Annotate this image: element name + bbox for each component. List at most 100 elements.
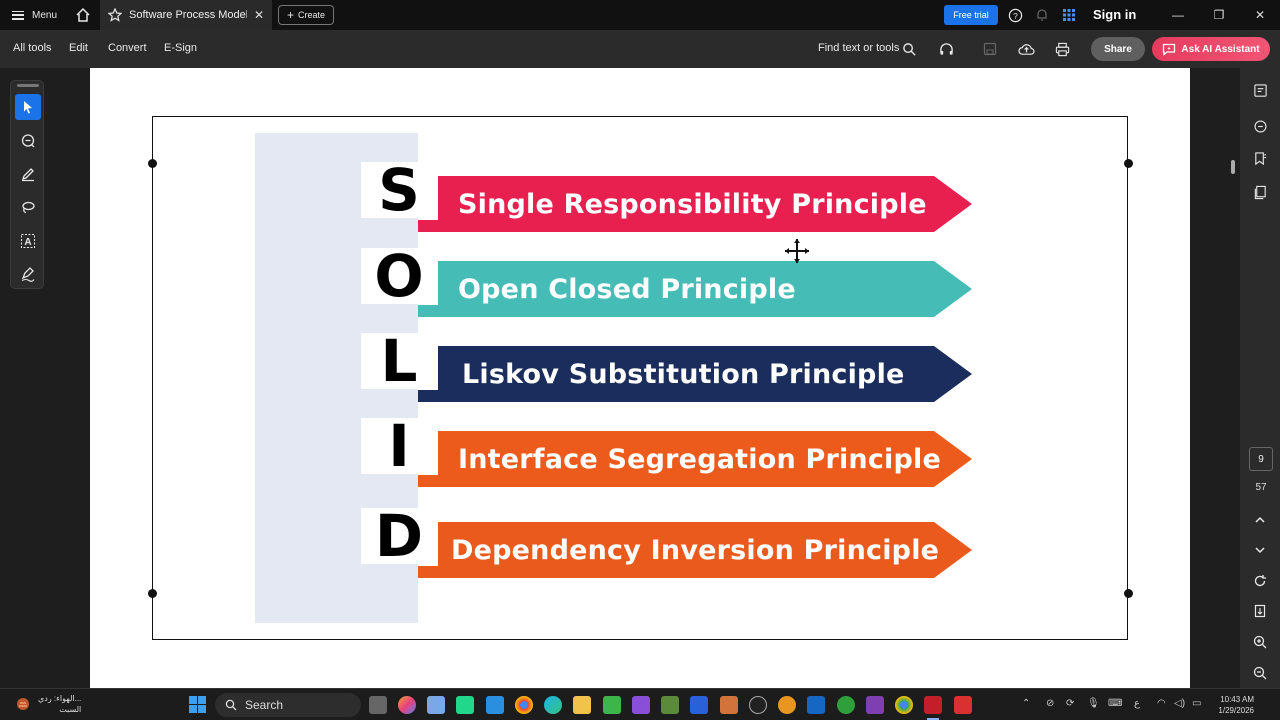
- xbox-icon[interactable]: [837, 696, 855, 714]
- battery-icon[interactable]: ▭: [1192, 698, 1201, 709]
- create-button[interactable]: + Create: [278, 5, 334, 25]
- banner-open-closed: Open Closed Principle: [418, 261, 972, 317]
- select-tool[interactable]: [15, 94, 41, 120]
- page-down-icon[interactable]: [1251, 541, 1269, 559]
- close-tab-icon[interactable]: ✕: [254, 8, 264, 22]
- star-icon[interactable]: [108, 8, 122, 22]
- green-app-icon[interactable]: [603, 696, 621, 714]
- wifi-icon[interactable]: ◠: [1157, 698, 1166, 709]
- comments-panel-icon[interactable]: [1251, 117, 1269, 135]
- ask-ai-assistant-button[interactable]: Ask AI Assistant: [1152, 37, 1270, 61]
- tray-overflow-icon[interactable]: ⌃: [1022, 698, 1030, 709]
- purple-app-icon[interactable]: [866, 696, 884, 714]
- weather-icon: [17, 698, 29, 710]
- share-button[interactable]: Share: [1091, 37, 1145, 61]
- apps-grid-icon[interactable]: [1060, 6, 1078, 24]
- tab-software-process-models[interactable]: Software Process Models ✕: [100, 0, 272, 30]
- outlook-icon[interactable]: [807, 696, 825, 714]
- text-tool[interactable]: A: [15, 228, 41, 254]
- title-bar: Menu Software Process Models ✕ + Create …: [0, 0, 1280, 30]
- shield-app-icon[interactable]: [427, 696, 445, 714]
- comment-tool[interactable]: [15, 128, 41, 154]
- acrobat-icon[interactable]: [924, 696, 942, 714]
- language-indicator[interactable]: ع: [1134, 698, 1140, 709]
- bell-icon[interactable]: [1033, 6, 1051, 24]
- headphones-icon[interactable]: [937, 40, 955, 58]
- menu-convert[interactable]: Convert: [108, 42, 147, 54]
- system-clock[interactable]: 10:43 AM 1/29/2026: [1208, 694, 1254, 716]
- drag-handle[interactable]: [17, 84, 39, 87]
- hamburger-icon: [12, 10, 24, 20]
- ai-summary-icon[interactable]: [1251, 81, 1269, 99]
- main-toolbar: All tools Edit Convert E-Sign Find text …: [0, 30, 1280, 68]
- upload-cloud-icon[interactable]: [1017, 40, 1035, 58]
- resize-handle[interactable]: [1123, 588, 1133, 598]
- tray-app-icon[interactable]: ⊘: [1046, 698, 1054, 709]
- move-cursor-icon: [785, 239, 809, 263]
- vertical-scrollbar-thumb[interactable]: [1231, 160, 1235, 174]
- page-up-icon[interactable]: [1251, 511, 1269, 529]
- keyboard-icon[interactable]: ⌨: [1108, 698, 1122, 709]
- chrome-profile-icon[interactable]: [895, 696, 913, 714]
- principle-label: Liskov Substitution Principle: [462, 358, 905, 390]
- save-icon[interactable]: [981, 40, 999, 58]
- resize-handle[interactable]: [1123, 158, 1133, 168]
- github-icon[interactable]: [749, 696, 767, 714]
- volume-icon[interactable]: ◁): [1174, 698, 1185, 709]
- home-button[interactable]: [66, 0, 100, 30]
- menu-label: Menu: [32, 9, 58, 21]
- microphone-icon[interactable]: 🎙: [1087, 698, 1100, 709]
- copilot-icon[interactable]: [398, 696, 416, 714]
- xampp-icon[interactable]: [720, 696, 738, 714]
- sign-in-button[interactable]: Sign in: [1093, 7, 1136, 22]
- file-explorer-icon[interactable]: [573, 696, 591, 714]
- lambda-app-icon[interactable]: [661, 696, 679, 714]
- edge-icon[interactable]: [544, 696, 562, 714]
- pycharm-icon[interactable]: [456, 696, 474, 714]
- red-app-icon[interactable]: [954, 696, 972, 714]
- search-icon[interactable]: [900, 40, 918, 58]
- print-icon[interactable]: [1053, 40, 1071, 58]
- intellij-icon[interactable]: [690, 696, 708, 714]
- menu-all-tools[interactable]: All tools: [13, 42, 52, 54]
- comment-icon: [21, 134, 35, 148]
- menu-e-sign[interactable]: E-Sign: [164, 42, 197, 54]
- rotate-icon[interactable]: [1251, 572, 1269, 590]
- draw-tool[interactable]: [15, 161, 41, 187]
- resize-handle[interactable]: [147, 588, 157, 598]
- ai-assistant-icon: [1163, 43, 1176, 56]
- lasso-tool[interactable]: [15, 194, 41, 220]
- signature-pen-icon: [21, 267, 35, 282]
- current-page-input[interactable]: 9: [1249, 447, 1273, 471]
- minimize-icon[interactable]: —: [1158, 0, 1198, 30]
- principle-label: Interface Segregation Principle: [458, 443, 942, 475]
- maximize-icon[interactable]: ❐: [1199, 0, 1239, 30]
- help-icon[interactable]: ?: [1006, 6, 1024, 24]
- chrome-icon[interactable]: [515, 696, 533, 714]
- weather-widget[interactable]: الهواء: ردي... السبت: [14, 693, 81, 715]
- menu-button[interactable]: Menu: [0, 0, 69, 30]
- zoom-out-icon[interactable]: [1251, 664, 1269, 682]
- bookmark-icon[interactable]: [1251, 149, 1269, 167]
- windows-start-icon[interactable]: [189, 696, 206, 718]
- page-extract-icon[interactable]: [1251, 602, 1269, 620]
- taskbar-search[interactable]: Search: [215, 693, 361, 717]
- svg-text:A: A: [24, 237, 31, 248]
- find-text-button[interactable]: Find text or tools: [818, 42, 899, 54]
- menu-edit[interactable]: Edit: [69, 42, 88, 54]
- blender-icon[interactable]: [778, 696, 796, 714]
- zoom-in-icon[interactable]: [1251, 633, 1269, 651]
- vscode-icon[interactable]: [486, 696, 504, 714]
- text-box-icon: A: [21, 234, 35, 248]
- visual-studio-icon[interactable]: [632, 696, 650, 714]
- task-view-icon[interactable]: [369, 696, 387, 714]
- close-window-icon[interactable]: ✕: [1240, 0, 1280, 30]
- free-trial-button[interactable]: Free trial: [944, 5, 998, 25]
- pencil-icon: [21, 168, 34, 182]
- banner-single-responsibility: Single Responsibility Principle: [418, 176, 972, 232]
- tray-sync-icon[interactable]: ⟳: [1066, 698, 1074, 709]
- resize-handle[interactable]: [147, 158, 157, 168]
- clock-time: 10:43 AM: [1220, 695, 1254, 704]
- pages-icon[interactable]: [1251, 183, 1269, 201]
- sign-tool[interactable]: [15, 261, 41, 287]
